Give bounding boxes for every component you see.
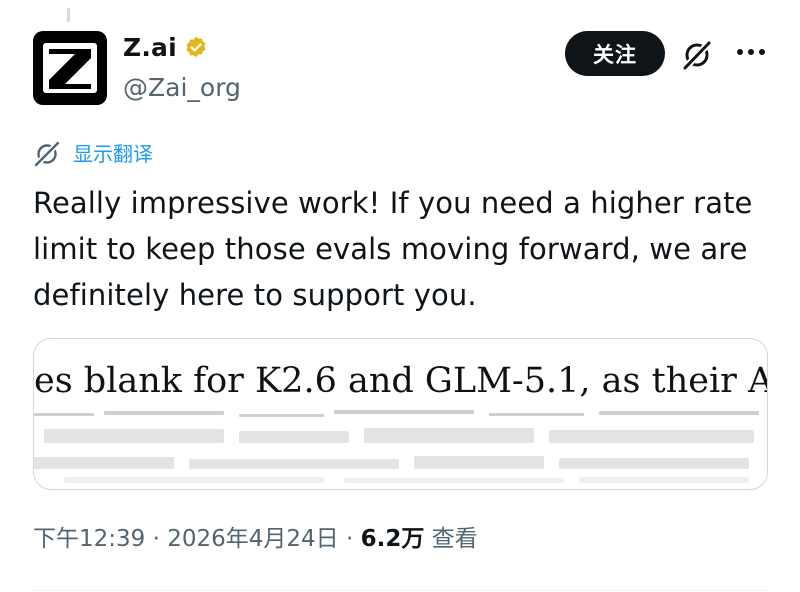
avatar[interactable] [33,31,107,105]
show-translation[interactable]: 显示翻译 [33,140,153,168]
tweet-line: limit to keep those evals moving forward… [33,232,748,266]
views-label: 查看 [431,526,478,552]
meta-separator: · [145,526,168,552]
media-card[interactable]: es blank for K2.6 and GLM-5.1, as their … [33,338,768,490]
tweet-line: definitely here to support you. [33,278,477,312]
views-count: 6.2万 [360,526,425,552]
translate-icon [33,140,61,168]
author-handle[interactable]: @Zai_org [123,72,241,104]
divider [33,590,767,591]
tweet-line: Really impressive work! If you need a hi… [33,186,753,220]
follow-button[interactable]: 关注 [565,31,665,76]
display-name[interactable]: Z.ai [123,32,177,64]
tweet-text: Really impressive work! If you need a hi… [33,180,773,318]
media-faded-text [34,410,759,483]
top-tick [67,8,70,22]
translate-label[interactable]: 显示翻译 [73,140,153,168]
media-visible-text: es blank for K2.6 and GLM-5.1, as their … [34,361,768,401]
tweet-meta: 下午12:39 · 2026年4月24日 · 6.2万 查看 [33,522,478,556]
meta-separator: · [338,526,361,552]
more-icon[interactable] [736,44,766,60]
grok-icon[interactable] [680,38,714,72]
verified-badge-icon [186,36,206,58]
tweet-time[interactable]: 下午12:39 [33,526,145,552]
display-name-row[interactable]: Z.ai [123,32,209,64]
tweet-date[interactable]: 2026年4月24日 [167,526,338,552]
views-link[interactable]: 6.2万 查看 [361,526,478,552]
